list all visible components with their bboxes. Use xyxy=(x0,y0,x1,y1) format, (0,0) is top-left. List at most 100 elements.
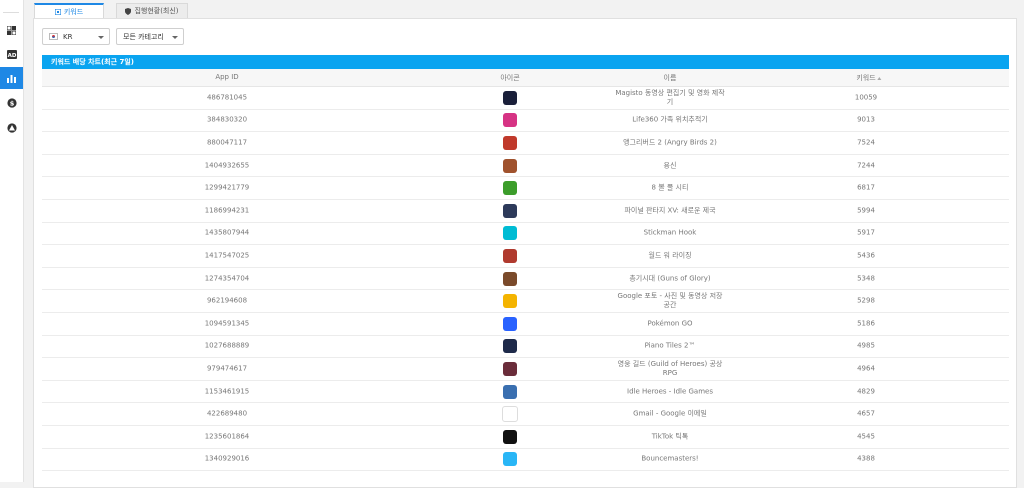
table-row[interactable]: 1153461915 Idle Heroes - Idle Games 4829 xyxy=(42,381,1009,404)
tab-label: 집행현황(최신) xyxy=(134,7,179,15)
col-keyword-wrap[interactable]: 키워드 xyxy=(856,73,882,83)
icon-cell xyxy=(503,181,517,196)
icon-cell xyxy=(503,135,517,150)
magisto-app-icon xyxy=(503,90,517,105)
app-id-cell: 422689480 xyxy=(206,409,248,418)
table-row[interactable]: 486781045 Magisto 동영상 편집기 및 영화 제작기 10059 xyxy=(42,87,1009,110)
name-cell[interactable]: TikTok 틱톡 xyxy=(615,432,725,441)
col-app-id[interactable]: App ID xyxy=(215,73,238,81)
table-row[interactable]: 1417547025 월드 워 라이징 5436 xyxy=(42,245,1009,268)
chevron-down-icon xyxy=(172,36,178,39)
sidebar-item-dashboard[interactable] xyxy=(0,19,23,41)
tab-keyword[interactable]: 키워드 xyxy=(34,3,104,19)
name-cell[interactable]: 총기시대 (Guns of Glory) xyxy=(615,274,725,283)
guild-app-icon xyxy=(503,361,517,376)
stickman-app-icon xyxy=(503,226,517,241)
bounce-app-icon xyxy=(503,452,517,467)
name-cell[interactable]: 8 볼 풀 시티 xyxy=(615,184,725,193)
sidebar-divider xyxy=(3,12,19,13)
app-id-cell: 1027688889 xyxy=(204,341,250,350)
table-row[interactable]: 962194608 Google 포토 - 사진 및 동영상 저장공간 5298 xyxy=(42,290,1009,313)
icon-cell xyxy=(503,339,517,354)
icon-cell xyxy=(503,316,517,331)
keyword-cell: 4829 xyxy=(857,387,875,396)
table-row[interactable]: 1404932655 용신 7244 xyxy=(42,155,1009,178)
icon-cell xyxy=(503,452,517,467)
name-cell[interactable]: Google 포토 - 사진 및 동영상 저장공간 xyxy=(615,292,725,310)
chart-title-bar: 키워드 배당 차트(최근 7일) xyxy=(42,55,1009,69)
table-row[interactable]: 1435807944 Stickman Hook 5917 xyxy=(42,223,1009,246)
name-cell[interactable]: Gmail - Google 이메일 xyxy=(615,410,725,419)
keyword-cell: 4985 xyxy=(857,341,875,350)
sidebar-item-ad[interactable]: AD xyxy=(0,43,23,65)
name-cell[interactable]: 파이널 판타지 XV: 새로운 제국 xyxy=(615,206,725,215)
table-row[interactable]: 384830320 Life360 가족 위치추적기 9013 xyxy=(42,110,1009,133)
keyword-cell: 5917 xyxy=(857,228,875,237)
keyword-cell: 4545 xyxy=(857,432,875,441)
pool-app-icon xyxy=(503,181,517,196)
table-row[interactable]: 979474617 영웅 길드 (Guild of Heroes) 공상 RPG 4… xyxy=(42,358,1009,381)
country-select[interactable]: KR xyxy=(42,28,110,45)
sort-asc-icon[interactable] xyxy=(877,77,882,80)
app-id-cell: 1274354704 xyxy=(204,274,250,283)
app-id-cell: 1340929016 xyxy=(204,454,250,463)
name-cell[interactable]: Piano Tiles 2™ xyxy=(615,342,725,351)
grid-icon xyxy=(54,9,61,15)
name-cell[interactable]: Magisto 동영상 편집기 및 영화 제작기 xyxy=(615,89,725,107)
table-row[interactable]: 880047117 앵그리버드 2 (Angry Birds 2) 7524 xyxy=(42,132,1009,155)
table-header: App ID 아이콘 이름 키워드 xyxy=(42,69,1009,87)
keyword-cell: 5436 xyxy=(857,251,875,260)
table-row[interactable]: 422689480 Gmail - Google 이메일 4657 xyxy=(42,403,1009,426)
name-cell[interactable]: Idle Heroes - Idle Games xyxy=(615,387,725,396)
icon-cell xyxy=(503,384,517,399)
table-row[interactable]: 1274354704 총기시대 (Guns of Glory) 5348 xyxy=(42,268,1009,291)
app-id-cell: 880047117 xyxy=(206,138,248,147)
icon-cell xyxy=(503,113,517,128)
name-cell[interactable]: Pokémon GO xyxy=(615,319,725,328)
keyword-cell: 7244 xyxy=(857,161,875,170)
app-id-cell: 486781045 xyxy=(206,93,248,102)
korea-flag-icon xyxy=(49,33,58,40)
name-cell[interactable]: Bouncemasters! xyxy=(615,455,725,464)
sidebar-item-billing[interactable]: $ xyxy=(0,92,23,114)
sidebar-item-charts[interactable] xyxy=(0,67,23,89)
table-row[interactable]: 1299421779 8 볼 풀 시티 6817 xyxy=(42,177,1009,200)
app-id-cell: 1094591345 xyxy=(204,319,250,328)
app-id-cell: 1235601864 xyxy=(204,432,250,441)
table-row[interactable]: 1027688889 Piano Tiles 2™ 4985 xyxy=(42,336,1009,359)
col-keyword: 키워드 xyxy=(856,74,876,82)
name-cell[interactable]: 영웅 길드 (Guild of Heroes) 공상 RPG xyxy=(615,360,725,378)
table-row[interactable]: 1094591345 Pokémon GO 5186 xyxy=(42,313,1009,336)
name-cell[interactable]: 용신 xyxy=(615,161,725,170)
app-id-cell: 1404932655 xyxy=(204,161,250,170)
col-name[interactable]: 이름 xyxy=(664,73,677,83)
name-cell[interactable]: 앵그리버드 2 (Angry Birds 2) xyxy=(615,138,725,147)
icon-cell xyxy=(503,294,517,309)
name-cell[interactable]: Stickman Hook xyxy=(615,229,725,238)
name-cell[interactable]: Life360 가족 위치추적기 xyxy=(615,116,725,125)
table-row[interactable]: 1340929016 Bouncemasters! 4388 xyxy=(42,449,1009,472)
sidebar: AD $ xyxy=(0,0,24,482)
keyword-cell: 6817 xyxy=(857,183,875,192)
keyword-cell: 4964 xyxy=(857,364,875,373)
app-id-cell: 1299421779 xyxy=(204,183,250,192)
app-id-cell: 979474617 xyxy=(206,364,248,373)
icon-cell xyxy=(503,158,517,173)
country-select-value: KR xyxy=(63,32,73,41)
keyword-cell: 5348 xyxy=(857,274,875,283)
icon-cell xyxy=(503,271,517,286)
category-select-value: 모든 카테고리 xyxy=(123,32,164,41)
category-select[interactable]: 모든 카테고리 xyxy=(116,28,184,45)
keyword-cell: 4657 xyxy=(857,409,875,418)
table-row[interactable]: 1235601864 TikTok 틱톡 4545 xyxy=(42,426,1009,449)
keyword-cell: 4388 xyxy=(857,454,875,463)
keyword-cell: 10059 xyxy=(854,93,878,102)
table-row[interactable]: 1186994231 파이널 판타지 XV: 새로운 제국 5994 xyxy=(42,200,1009,223)
name-cell[interactable]: 월드 워 라이징 xyxy=(615,251,725,260)
svg-text:$: $ xyxy=(9,99,14,107)
tab-status[interactable]: 집행현황(최신) xyxy=(116,3,188,18)
idle-heroes-app-icon xyxy=(503,384,517,399)
keyword-cell: 7524 xyxy=(857,138,875,147)
sidebar-item-campaign[interactable] xyxy=(0,117,23,139)
life360-app-icon xyxy=(503,113,517,128)
